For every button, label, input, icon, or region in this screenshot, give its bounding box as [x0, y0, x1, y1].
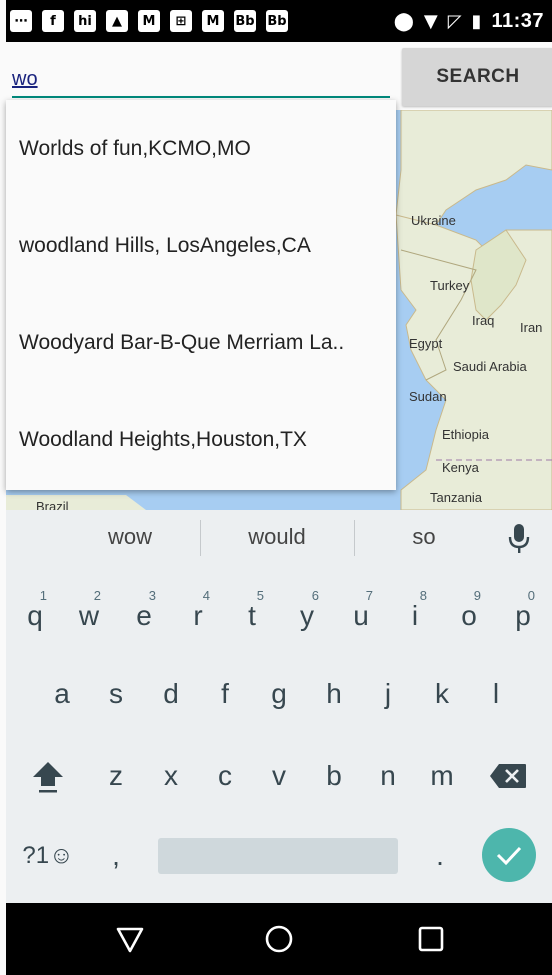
key-i[interactable]: 8i [389, 582, 441, 642]
comma-key[interactable]: , [90, 826, 142, 886]
key-h[interactable]: h [308, 664, 360, 724]
key-a[interactable]: a [36, 664, 88, 724]
symbols-key[interactable]: ?1☺ [16, 826, 80, 886]
search-input[interactable] [12, 60, 392, 98]
key-p[interactable]: 0p [497, 582, 549, 642]
shift-arrow-icon [33, 762, 63, 793]
key-q[interactable]: 1q [9, 582, 61, 642]
map-label-tanzania: Tanzania [430, 490, 483, 505]
key-t[interactable]: 5t [226, 582, 278, 642]
suggestion-strip: wow would so [6, 510, 552, 568]
recents-square-icon[interactable] [415, 923, 447, 955]
enter-key[interactable] [482, 828, 536, 882]
suggestion-divider [354, 520, 355, 556]
key-g[interactable]: g [253, 664, 305, 724]
key-d[interactable]: d [145, 664, 197, 724]
autocomplete-item[interactable]: woodland Hills, LosAngeles,CA [6, 197, 396, 294]
key-u[interactable]: 7u [335, 582, 387, 642]
key-f[interactable]: f [199, 664, 251, 724]
map-label-ethiopia: Ethiopia [442, 427, 489, 442]
map-label-egypt: Egypt [409, 336, 443, 351]
key-v[interactable]: v [253, 746, 305, 806]
map-label-iran: Iran [520, 320, 543, 335]
suggestion-would[interactable]: would [222, 524, 332, 550]
period-key[interactable]: . [414, 826, 466, 886]
map-label-saudi-arabia: Saudi Arabia [453, 359, 527, 374]
autocomplete-item[interactable]: Worlds of fun,KCMO,MO [6, 100, 396, 197]
no-signal-icon: ◸ [447, 10, 462, 32]
map-label-ukraine: Ukraine [411, 213, 456, 228]
navigation-bar [6, 903, 552, 975]
key-m[interactable]: m [416, 746, 468, 806]
map-label-sudan: Sudan [409, 389, 447, 404]
space-key[interactable] [158, 838, 398, 874]
key-s[interactable]: s [90, 664, 142, 724]
map-label-kenya: Kenya [442, 460, 479, 475]
autocomplete-item[interactable]: Woodyard Bar-B-Que Merriam La.. [6, 294, 396, 391]
wifi-icon: ▼ [423, 10, 438, 32]
shift-key[interactable] [22, 746, 74, 806]
key-o[interactable]: 9o [443, 582, 495, 642]
map-label-brazil: Brazil [36, 499, 69, 510]
gmail-icon: M [202, 10, 224, 32]
blackboard-icon: Bb [266, 10, 288, 32]
search-button[interactable]: SEARCH [402, 48, 552, 106]
autocomplete-item[interactable]: Woodland Heights,Houston,TX [6, 391, 396, 488]
suggestion-wow[interactable]: wow [80, 524, 180, 550]
key-c[interactable]: c [199, 746, 251, 806]
key-j[interactable]: j [362, 664, 414, 724]
image-icon: ▲ [106, 10, 128, 32]
chat-bubble-icon: ⋯ [10, 10, 32, 32]
battery-charging-icon: ▮ [471, 10, 482, 32]
hi-icon: hi [74, 10, 96, 32]
location-icon: ⬤ [393, 10, 414, 32]
key-x[interactable]: x [145, 746, 197, 806]
microphone-icon[interactable] [508, 523, 530, 555]
suggestion-divider [200, 520, 201, 556]
search-input-underline [12, 96, 390, 98]
key-y[interactable]: 6y [281, 582, 333, 642]
checkmark-icon [496, 846, 522, 866]
gmail-icon: M [138, 10, 160, 32]
soft-keyboard: wow would so 1q 2w 3e 4r 5t 6y 7u 8i 9o … [6, 510, 552, 903]
status-bar: ⋯ f hi ▲ M ⊞ M Bb Bb ⬤ ▼ ◸ ▮ 11:37 [6, 0, 552, 42]
map-label-iraq: Iraq [472, 313, 495, 328]
key-z[interactable]: z [90, 746, 142, 806]
key-e[interactable]: 3e [118, 582, 170, 642]
blackboard-icon: Bb [234, 10, 256, 32]
backspace-icon [490, 764, 526, 788]
key-n[interactable]: n [362, 746, 414, 806]
home-circle-icon[interactable] [263, 923, 295, 955]
facebook-icon: f [42, 10, 64, 32]
key-b[interactable]: b [308, 746, 360, 806]
suggestion-so[interactable]: so [374, 524, 474, 550]
autocomplete-dropdown: Worlds of fun,KCMO,MO woodland Hills, Lo… [6, 100, 396, 490]
key-l[interactable]: l [470, 664, 522, 724]
key-r[interactable]: 4r [172, 582, 224, 642]
clock: 11:37 [491, 9, 544, 32]
key-w[interactable]: 2w [63, 582, 115, 642]
map-label-turkey: Turkey [430, 278, 470, 293]
key-k[interactable]: k [416, 664, 468, 724]
calculator-icon: ⊞ [170, 10, 192, 32]
backspace-key[interactable] [482, 746, 534, 806]
back-triangle-icon[interactable] [114, 923, 146, 955]
